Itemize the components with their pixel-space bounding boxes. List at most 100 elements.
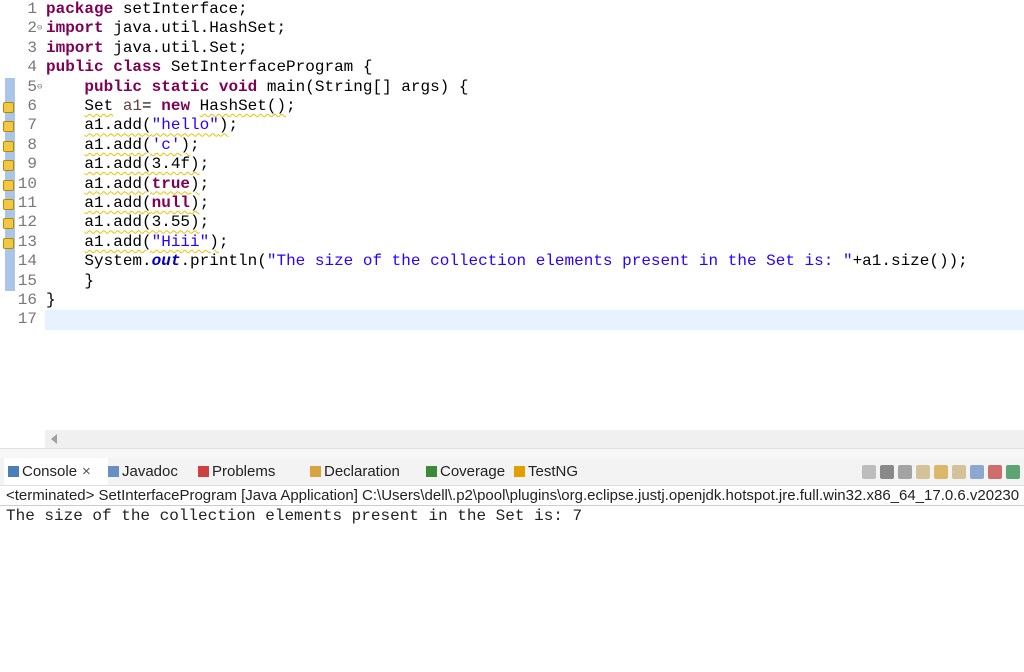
show-on-stdout-icon[interactable] <box>970 464 984 479</box>
code-token: ) <box>190 174 200 193</box>
line-number: 17 <box>17 310 37 329</box>
tab-label: Coverage <box>440 463 506 480</box>
code-line[interactable]: 3 import java.util.Set; <box>0 39 1024 58</box>
code-token: ) <box>190 194 200 212</box>
warning-icon[interactable] <box>3 140 14 152</box>
code-line[interactable]: 13 a1.add("Hiii"); <box>0 232 1024 253</box>
code-token: null <box>151 194 191 212</box>
code-token: a1.add( <box>84 116 152 135</box>
code-line[interactable]: 14 System.out.println("The size of the c… <box>0 252 1024 272</box>
line-number: 13 <box>17 232 37 251</box>
code-token: a1.add( <box>84 174 152 193</box>
code-token: a1.add( <box>84 232 152 251</box>
code-token: import <box>46 19 104 38</box>
code-editor[interactable]: 1 package setInterface; 2 ⊖ import java.util… <box>0 0 1024 430</box>
code-line[interactable]: 16} <box>0 291 1024 310</box>
code-token: .println( <box>180 252 267 271</box>
tab-label: Javadoc <box>122 463 178 480</box>
tab-coverage[interactable]: Coverage <box>422 458 514 485</box>
code-text: a1.add(null); <box>46 194 209 213</box>
word-wrap-icon[interactable] <box>952 464 966 479</box>
show-on-stderr-icon[interactable] <box>988 464 1002 479</box>
code-line[interactable]: 7 a1.add("hello"); <box>0 116 1024 136</box>
remove-all-terminated-icon[interactable] <box>898 464 912 479</box>
line-number: 8 <box>27 135 37 154</box>
code-line[interactable]: 15 } <box>0 271 1024 291</box>
line-number: 2 <box>27 19 37 38</box>
line-number: 6 <box>27 97 37 115</box>
code-token: "hello" <box>151 116 219 135</box>
console-toolbar <box>862 458 1024 485</box>
code-token: java.util.Set; <box>103 38 248 57</box>
terminate-icon[interactable] <box>862 464 876 479</box>
code-text: System.out.println("The size of the coll… <box>46 252 968 271</box>
tab-console[interactable]: Console × <box>4 458 108 485</box>
warning-icon[interactable] <box>3 218 14 230</box>
warning-icon[interactable] <box>3 237 14 249</box>
line-number: 11 <box>17 194 37 212</box>
horizontal-scrollbar[interactable] <box>45 430 1024 448</box>
line-number: 14 <box>17 252 37 271</box>
code-line[interactable]: 6 Set a1= new HashSet(); <box>0 97 1024 117</box>
warning-icon[interactable] <box>3 121 14 133</box>
code-text: import java.util.HashSet; <box>46 19 286 38</box>
tab-problems[interactable]: Problems <box>194 458 310 485</box>
code-token: a1.add( <box>84 135 152 154</box>
testng-icon <box>514 466 525 477</box>
close-icon[interactable]: × <box>82 463 91 480</box>
open-console-icon[interactable] <box>1006 464 1020 479</box>
clear-console-icon[interactable] <box>916 464 930 479</box>
line-number: 7 <box>27 116 37 135</box>
code-line[interactable]: 9 a1.add(3.4f); <box>0 155 1024 175</box>
line-number: 15 <box>17 271 37 290</box>
code-token: } <box>46 291 56 309</box>
remove-launch-icon[interactable] <box>880 464 894 479</box>
code-token: ; <box>199 155 210 174</box>
code-token: ; <box>218 232 229 251</box>
scroll-lock-icon[interactable] <box>934 464 948 479</box>
fold-icon[interactable]: ⊖ <box>37 19 42 38</box>
fold-icon[interactable]: ⊖ <box>37 78 42 97</box>
warning-icon[interactable] <box>3 160 14 172</box>
code-line[interactable]: 8 a1.add('c'); <box>0 135 1024 156</box>
code-token: +a1.size()); <box>852 252 968 271</box>
warning-icon[interactable] <box>3 179 14 191</box>
console-tab-bar: Console × Javadoc Problems Declaration Covera… <box>0 458 1024 486</box>
warning-icon[interactable] <box>3 199 14 210</box>
code-line[interactable]: 2 ⊖ import java.util.HashSet; <box>0 19 1024 38</box>
javadoc-icon <box>108 466 119 477</box>
code-text: a1.add(true); <box>46 175 209 194</box>
code-line[interactable]: 12 a1.add(3.55); <box>0 213 1024 233</box>
code-token: public <box>84 77 143 96</box>
code-text: } <box>46 272 94 291</box>
code-token: "Hiii" <box>151 232 210 251</box>
code-line[interactable]: 1 package setInterface; <box>0 0 1024 19</box>
code-text: a1.add("Hiii"); <box>46 233 228 252</box>
scroll-left-icon[interactable] <box>51 434 57 444</box>
code-line[interactable]: 11 a1.add(null); <box>0 194 1024 214</box>
code-text: public class SetInterfaceProgram { <box>46 58 372 77</box>
code-line[interactable]: 4 public class SetInterfaceProgram { <box>0 58 1024 77</box>
tab-declaration[interactable]: Declaration <box>306 458 426 485</box>
tab-javadoc[interactable]: Javadoc <box>104 458 198 485</box>
warning-icon[interactable] <box>3 102 14 113</box>
code-token: import <box>46 38 104 57</box>
line-number: 4 <box>27 58 37 77</box>
code-line[interactable]: 17 <box>0 310 1024 330</box>
code-token: SetInterfaceProgram { <box>161 58 373 77</box>
code-text: a1.add(3.4f); <box>46 155 209 174</box>
code-token: ; <box>286 97 296 115</box>
code-token: a1.add(3.4f) <box>84 155 200 174</box>
code-line[interactable]: 10 a1.add(true); <box>0 174 1024 194</box>
code-token: ) <box>180 135 191 154</box>
code-text: Set a1= new HashSet(); <box>46 97 296 116</box>
tab-testng[interactable]: TestNG <box>510 458 594 485</box>
code-token: ; <box>199 174 210 193</box>
code-line[interactable]: 5 ⊖ public static void main(String[] args… <box>0 77 1024 97</box>
